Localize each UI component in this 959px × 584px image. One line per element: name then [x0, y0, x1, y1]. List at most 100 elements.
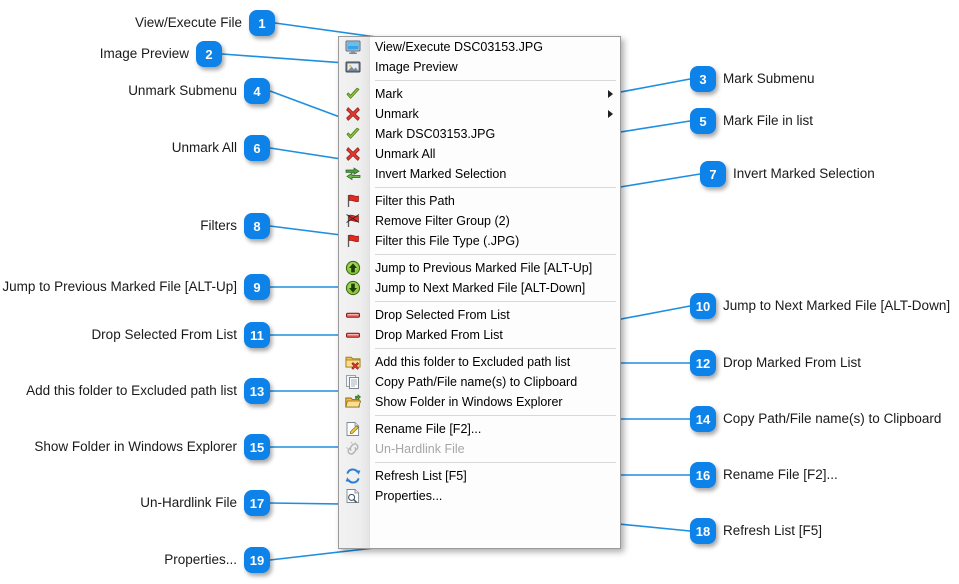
menu-item[interactable]: Mark DSC03153.JPG	[339, 124, 620, 144]
menu-item-label: Rename File [F2]...	[375, 422, 482, 436]
callout-badge: 5	[690, 108, 716, 134]
menu-item-label: Properties...	[375, 489, 443, 503]
callout-label: Jump to Previous Marked File [ALT-Up]	[2, 279, 237, 294]
menu-item[interactable]: Mark	[339, 84, 620, 104]
menu-separator	[375, 348, 616, 349]
menu-item[interactable]: Add this folder to Excluded path list	[339, 352, 620, 372]
menu-separator	[375, 80, 616, 81]
green-arrow-up-icon	[345, 260, 361, 276]
callout-badge: 6	[244, 135, 270, 161]
callout-badge: 19	[244, 547, 270, 573]
menu-item[interactable]: Drop Marked From List	[339, 325, 620, 345]
callout-badge: 10	[690, 293, 716, 319]
callout-14: 14 Copy Path/File name(s) to Clipboard	[690, 406, 941, 432]
image-preview-icon	[345, 61, 361, 73]
callout-label: Jump to Next Marked File [ALT-Down]	[723, 298, 951, 313]
red-x-icon	[346, 107, 360, 121]
menu-item: Un-Hardlink File	[339, 439, 620, 459]
rename-pencil-icon	[346, 422, 360, 436]
menu-item[interactable]: Refresh List [F5]	[339, 466, 620, 486]
menu-item-label: Image Preview	[375, 60, 458, 74]
menu-item[interactable]: Jump to Previous Marked File [ALT-Up]	[339, 258, 620, 278]
callout-badge: 12	[690, 350, 716, 376]
menu-item[interactable]: Filter this Path	[339, 191, 620, 211]
callout-label: Un-Hardlink File	[140, 495, 237, 510]
red-flag-icon	[347, 194, 359, 207]
callout-label: Rename File [F2]...	[723, 467, 838, 482]
menu-separator	[375, 462, 616, 463]
callout-label: Unmark All	[171, 140, 237, 155]
context-menu[interactable]: View/Execute DSC03153.JPG Image Preview Ma…	[338, 36, 621, 549]
callout-badge: 11	[244, 322, 270, 348]
callout-label: Filters	[200, 218, 237, 233]
callout-label: Add this folder to Excluded path list	[26, 383, 237, 398]
folder-delete-icon	[345, 356, 361, 370]
callout-badge: 8	[244, 213, 270, 239]
callout-4: Unmark Submenu 4	[128, 78, 270, 104]
callout-badge: 13	[244, 378, 270, 404]
callout-label: View/Execute File	[134, 15, 242, 30]
menu-separator	[375, 254, 616, 255]
callout-badge: 2	[196, 41, 222, 67]
callout-9: Jump to Previous Marked File [ALT-Up] 9	[2, 274, 270, 300]
menu-item-label: Unmark	[375, 107, 419, 121]
menu-item-label: Jump to Next Marked File [ALT-Down]	[375, 281, 586, 295]
menu-item[interactable]: Remove Filter Group (2)	[339, 211, 620, 231]
menu-item-label: Unmark All	[375, 147, 436, 161]
menu-separator	[375, 187, 616, 188]
menu-item[interactable]: Invert Marked Selection	[339, 164, 620, 184]
callout-18: 18 Refresh List [F5]	[690, 518, 822, 544]
red-flag-icon	[347, 234, 359, 247]
callout-13: Add this folder to Excluded path list 13	[26, 378, 270, 404]
menu-item-label: Filter this Path	[375, 194, 455, 208]
menu-item-label: Jump to Previous Marked File [ALT-Up]	[375, 261, 593, 275]
callout-5: 5 Mark File in list	[690, 108, 813, 134]
menu-item-label: View/Execute DSC03153.JPG	[375, 40, 543, 54]
leader-line	[613, 173, 701, 189]
menu-item-list: View/Execute DSC03153.JPG Image Preview Ma…	[339, 37, 620, 548]
submenu-arrow-icon	[608, 90, 613, 98]
callout-label: Refresh List [F5]	[723, 523, 823, 538]
menu-item[interactable]: Rename File [F2]...	[339, 419, 620, 439]
callout-16: 16 Rename File [F2]...	[690, 462, 838, 488]
menu-item-label: Drop Marked From List	[375, 328, 503, 342]
invert-selection-icon	[345, 167, 361, 181]
callout-badge: 1	[249, 10, 275, 36]
callout-7: 7 Invert Marked Selection	[700, 161, 875, 187]
callout-badge: 7	[700, 161, 726, 187]
menu-item[interactable]: View/Execute DSC03153.JPG	[339, 37, 620, 57]
callout-17: Un-Hardlink File 17	[140, 490, 270, 516]
copy-icon	[346, 375, 359, 389]
green-check-icon	[346, 87, 360, 99]
red-x-icon	[346, 147, 360, 161]
menu-item-label: Copy Path/File name(s) to Clipboard	[375, 375, 578, 389]
menu-item[interactable]: Jump to Next Marked File [ALT-Down]	[339, 278, 620, 298]
callout-12: 12 Drop Marked From List	[690, 350, 861, 376]
menu-item[interactable]: Show Folder in Windows Explorer	[339, 392, 620, 412]
monitor-icon	[345, 40, 361, 54]
callout-6: Unmark All 6	[172, 135, 270, 161]
callout-badge: 18	[690, 518, 716, 544]
callout-11: Drop Selected From List 11	[91, 322, 270, 348]
refresh-icon	[345, 468, 361, 484]
callout-badge: 16	[690, 462, 716, 488]
callout-label: Drop Marked From List	[723, 355, 862, 370]
menu-item[interactable]: Unmark	[339, 104, 620, 124]
menu-item[interactable]: Properties...	[339, 486, 620, 506]
callout-label: Image Preview	[99, 46, 189, 61]
menu-item-label: Drop Selected From List	[375, 308, 510, 322]
callout-10: 10 Jump to Next Marked File [ALT-Down]	[690, 293, 950, 319]
menu-item[interactable]: Unmark All	[339, 144, 620, 164]
callout-badge: 4	[244, 78, 270, 104]
callout-label: Unmark Submenu	[128, 83, 237, 98]
menu-item[interactable]: Drop Selected From List	[339, 305, 620, 325]
menu-item[interactable]: Copy Path/File name(s) to Clipboard	[339, 372, 620, 392]
callout-badge: 14	[690, 406, 716, 432]
menu-item-label: Refresh List [F5]	[375, 469, 467, 483]
callout-label: Show Folder in Windows Explorer	[34, 439, 237, 454]
menu-item[interactable]: Filter this File Type (.JPG)	[339, 231, 620, 251]
menu-separator	[375, 301, 616, 302]
menu-item[interactable]: Image Preview	[339, 57, 620, 77]
menu-item-label: Mark DSC03153.JPG	[375, 127, 496, 141]
callout-badge: 3	[690, 66, 716, 92]
